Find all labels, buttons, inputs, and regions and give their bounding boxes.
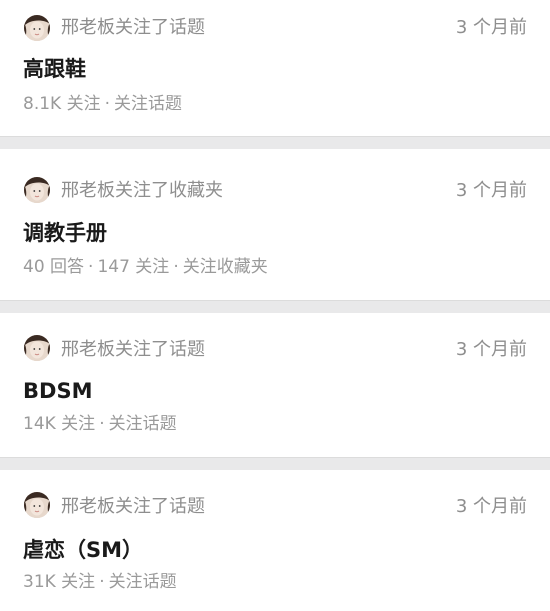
activity-action-text[interactable]: 邢老板关注了话题 [61,496,205,518]
meta-separator: · [173,257,179,277]
follower-count: 14K 关注 [23,414,96,434]
activity-action-text[interactable]: 邢老板关注了收藏夹 [61,180,223,202]
follower-count: 8.1K 关注 [23,94,101,114]
activity-timestamp: 3 个月前 [455,180,527,201]
meta-separator: · [99,572,105,592]
item-meta: 14K 关注 · 关注话题 [23,413,177,435]
follow-topic-link[interactable]: 关注话题 [109,414,177,434]
user-avatar[interactable] [24,335,50,361]
feed-item[interactable]: 邢老板关注了收藏夹 3 个月前 调教手册 40 回答 · 147 关注 · 关注收藏夹 [0,149,550,301]
item-meta: 40 回答 · 147 关注 · 关注收藏夹 [23,256,268,278]
item-title[interactable]: 调教手册 [23,220,107,246]
follow-collection-link[interactable]: 关注收藏夹 [183,257,268,277]
activity-timestamp: 3 个月前 [455,339,527,360]
feed-item[interactable]: 邢老板关注了话题 3 个月前 虐恋（SM） 31K 关注 · 关注话题 [0,470,550,611]
user-avatar[interactable] [24,177,50,203]
user-avatar[interactable] [24,492,50,518]
follower-count: 147 关注 [97,257,170,277]
activity-timestamp: 3 个月前 [455,496,527,517]
item-meta: 8.1K 关注 · 关注话题 [23,93,182,115]
user-avatar[interactable] [24,15,50,41]
activity-action-text[interactable]: 邢老板关注了话题 [61,17,205,39]
item-title[interactable]: 高跟鞋 [23,56,86,82]
activity-action-text[interactable]: 邢老板关注了话题 [61,339,205,361]
feed-item[interactable]: 邢老板关注了话题 3 个月前 高跟鞋 8.1K 关注 · 关注话题 [0,0,550,137]
item-title[interactable]: 虐恋（SM） [23,537,143,563]
answer-count: 40 回答 [23,257,85,277]
feed-item[interactable]: 邢老板关注了话题 3 个月前 BDSM 14K 关注 · 关注话题 [0,313,550,458]
follow-topic-link[interactable]: 关注话题 [114,94,182,114]
follower-count: 31K 关注 [23,572,96,592]
follow-topic-link[interactable]: 关注话题 [109,572,177,592]
meta-separator: · [88,257,94,277]
meta-separator: · [104,94,110,114]
activity-timestamp: 3 个月前 [455,17,527,38]
item-meta: 31K 关注 · 关注话题 [23,571,177,593]
meta-separator: · [99,414,105,434]
activity-feed: 邢老板关注了话题 3 个月前 高跟鞋 8.1K 关注 · 关注话题 邢老板关注了收藏… [0,0,550,611]
item-title[interactable]: BDSM [23,378,92,404]
